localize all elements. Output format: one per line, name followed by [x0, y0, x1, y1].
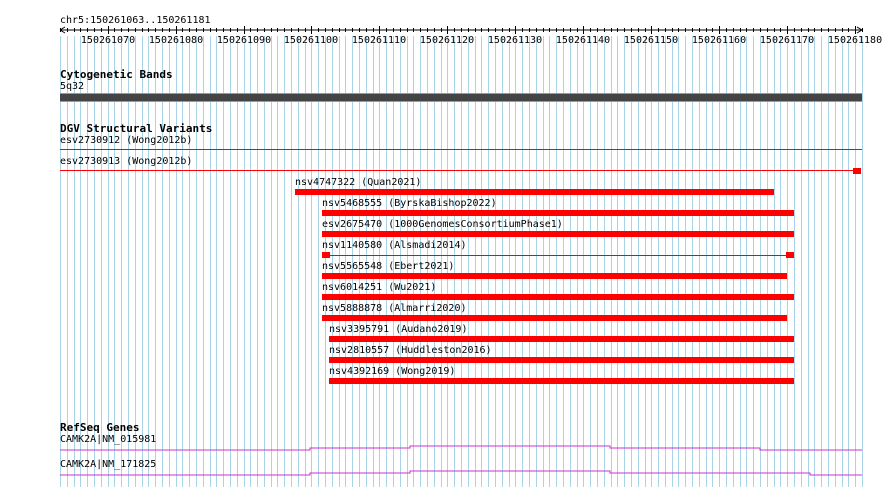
dgv-track-title: DGV Structural Variants [60, 122, 213, 135]
variant-label[interactable]: esv2730913 (Wong2012b) [60, 156, 192, 168]
ruler-tick-label: 150261080 [148, 35, 204, 46]
gene-intron-line [60, 445, 862, 451]
variant-label[interactable]: nsv4392169 (Wong2019) [329, 366, 455, 378]
gene-label[interactable]: CAMK2A|NM_171825 [60, 459, 156, 471]
variant-label[interactable]: nsv6014251 (Wu2021) [322, 282, 436, 294]
cytoband-track-title: Cytogenetic Bands [60, 68, 173, 81]
variant-label[interactable]: nsv2810557 (Huddleston2016) [329, 345, 492, 357]
ruler-tick-label: 150261130 [487, 35, 543, 46]
variant-label[interactable]: nsv5888878 (Almarri2020) [322, 303, 467, 315]
ruler-tick-label: 150261120 [419, 35, 475, 46]
ruler-tick-label: 150261150 [623, 35, 679, 46]
cytoband-label: 5q32 [60, 81, 85, 92]
gene-label[interactable]: CAMK2A|NM_015981 [60, 434, 156, 446]
ruler-tick-label: 150261090 [216, 35, 272, 46]
ruler-tick-label: 150261160 [691, 35, 747, 46]
ruler-tick-label: 150261180 [827, 35, 883, 46]
refseq-track-title: RefSeq Genes [60, 421, 140, 434]
variant-label[interactable]: nsv4747322 (Quan2021) [295, 177, 421, 189]
ruler-tick-label: 150261110 [351, 35, 407, 46]
ruler-tick-label: 150261100 [283, 35, 339, 46]
ruler-tick-label: 150261140 [555, 35, 611, 46]
variant-label[interactable]: nsv1140580 (Alsmadi2014) [322, 240, 467, 252]
region-label: chr5:150261063..150261181 [60, 15, 211, 26]
variant-label[interactable]: esv2730912 (Wong2012b) [60, 135, 192, 147]
variant-label[interactable]: nsv5468555 (ByrskaBishop2022) [322, 198, 497, 210]
variant-label[interactable]: nsv5565548 (Ebert2021) [322, 261, 454, 273]
gene-intron-line [60, 470, 862, 476]
ruler-tick-label: 150261170 [759, 35, 815, 46]
variant-label[interactable]: esv2675470 (1000GenomesConsortiumPhase1) [322, 219, 563, 231]
variant-label[interactable]: nsv3395791 (Audano2019) [329, 324, 467, 336]
ruler-tick-label: 150261070 [80, 35, 136, 46]
